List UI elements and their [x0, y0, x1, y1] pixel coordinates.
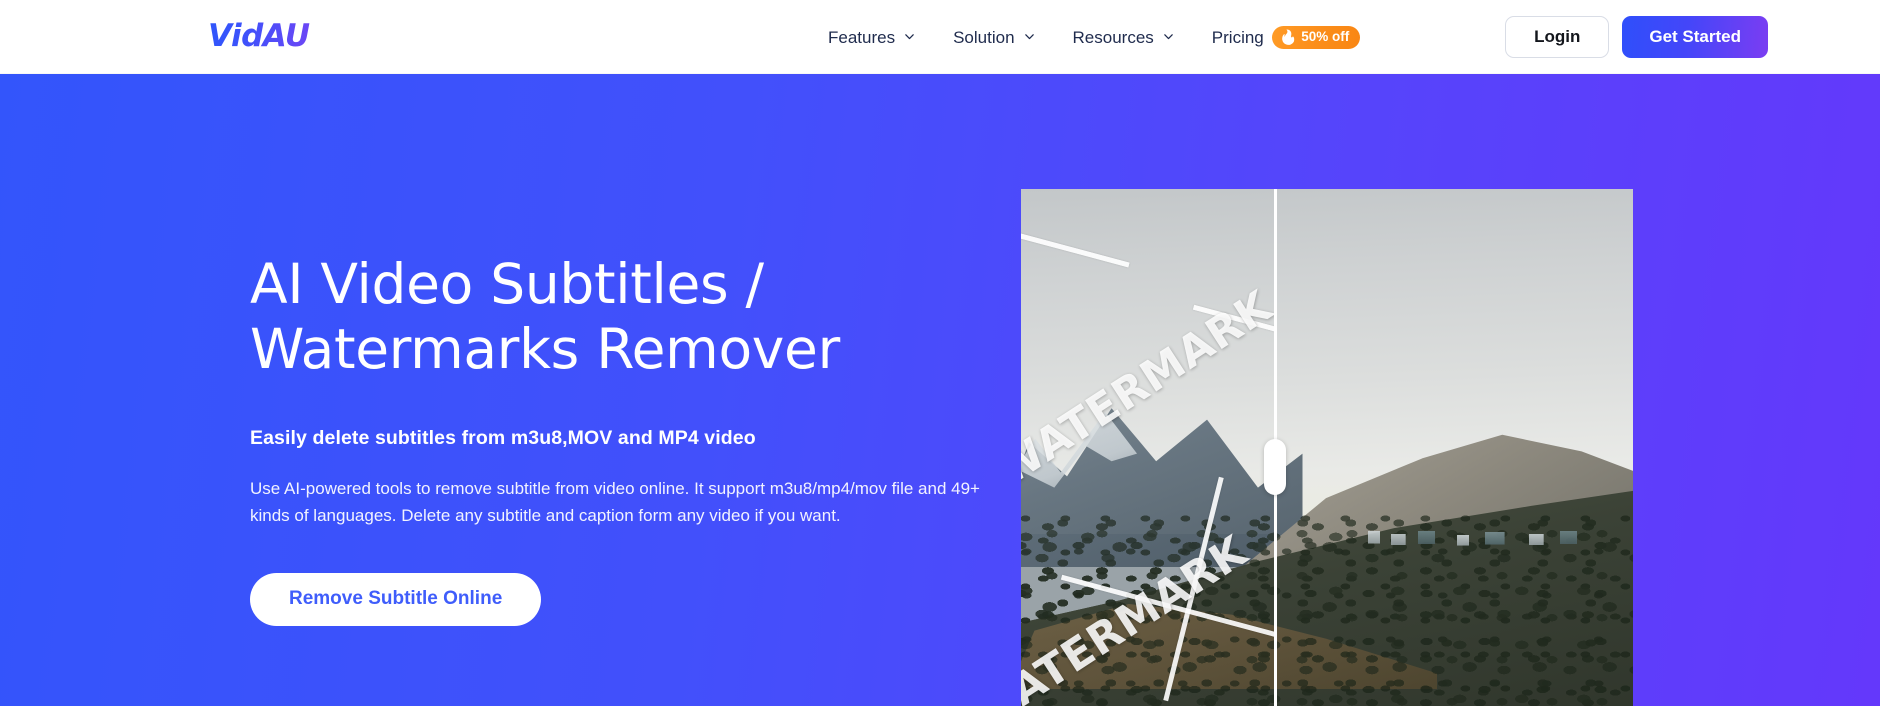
- hero-description: Use AI-powered tools to remove subtitle …: [250, 478, 980, 526]
- header-actions: Login Get Started: [1505, 0, 1768, 74]
- chevron-down-icon: [1024, 31, 1035, 42]
- hero-copy: AI Video Subtitles / Watermarks Remover …: [250, 252, 1010, 626]
- pricing-discount-badge[interactable]: 🔥 50% off: [1271, 25, 1361, 49]
- fire-icon: 🔥: [1279, 28, 1298, 45]
- nav-item-label: Solution: [953, 27, 1015, 47]
- nav-item-features[interactable]: Features: [828, 29, 915, 46]
- comparison-slider-handle[interactable]: [1263, 439, 1286, 495]
- brand-logo[interactable]: VidAU: [208, 18, 310, 54]
- hero-section: AI Video Subtitles / Watermarks Remover …: [0, 74, 1880, 706]
- nav-item-solution[interactable]: Solution: [953, 29, 1034, 46]
- nav-item-label: Features: [828, 27, 896, 47]
- nav-item-pricing[interactable]: Pricing 🔥 50% off: [1211, 25, 1361, 49]
- nav-item-label: Pricing: [1211, 27, 1264, 47]
- nav-item-label: Resources: [1072, 27, 1154, 47]
- get-started-button[interactable]: Get Started: [1622, 15, 1768, 59]
- chevron-down-icon: [904, 31, 915, 42]
- login-button[interactable]: Login: [1505, 15, 1610, 59]
- valley-buildings: [1363, 522, 1609, 556]
- before-after-comparison[interactable]: #WATERMARK #WATERMARK #WATERMARK #WATERM…: [1021, 189, 1633, 706]
- page-title: AI Video Subtitles / Watermarks Remover: [250, 252, 840, 382]
- nav-item-resources[interactable]: Resources: [1073, 29, 1174, 46]
- chevron-down-icon: [1163, 31, 1174, 42]
- site-header: VidAU Features Solution Resources Pricin…: [0, 0, 1880, 74]
- main-navigation: Features Solution Resources Pricing 🔥 50…: [828, 0, 1361, 74]
- before-image-watermarked: #WATERMARK #WATERMARK #WATERMARK #WATERM…: [1021, 189, 1275, 706]
- discount-badge-label: 50% off: [1301, 28, 1350, 44]
- remove-subtitle-online-button[interactable]: Remove Subtitle Online: [250, 572, 542, 626]
- hero-subtitle: Easily delete subtitles from m3u8,MOV an…: [250, 426, 756, 449]
